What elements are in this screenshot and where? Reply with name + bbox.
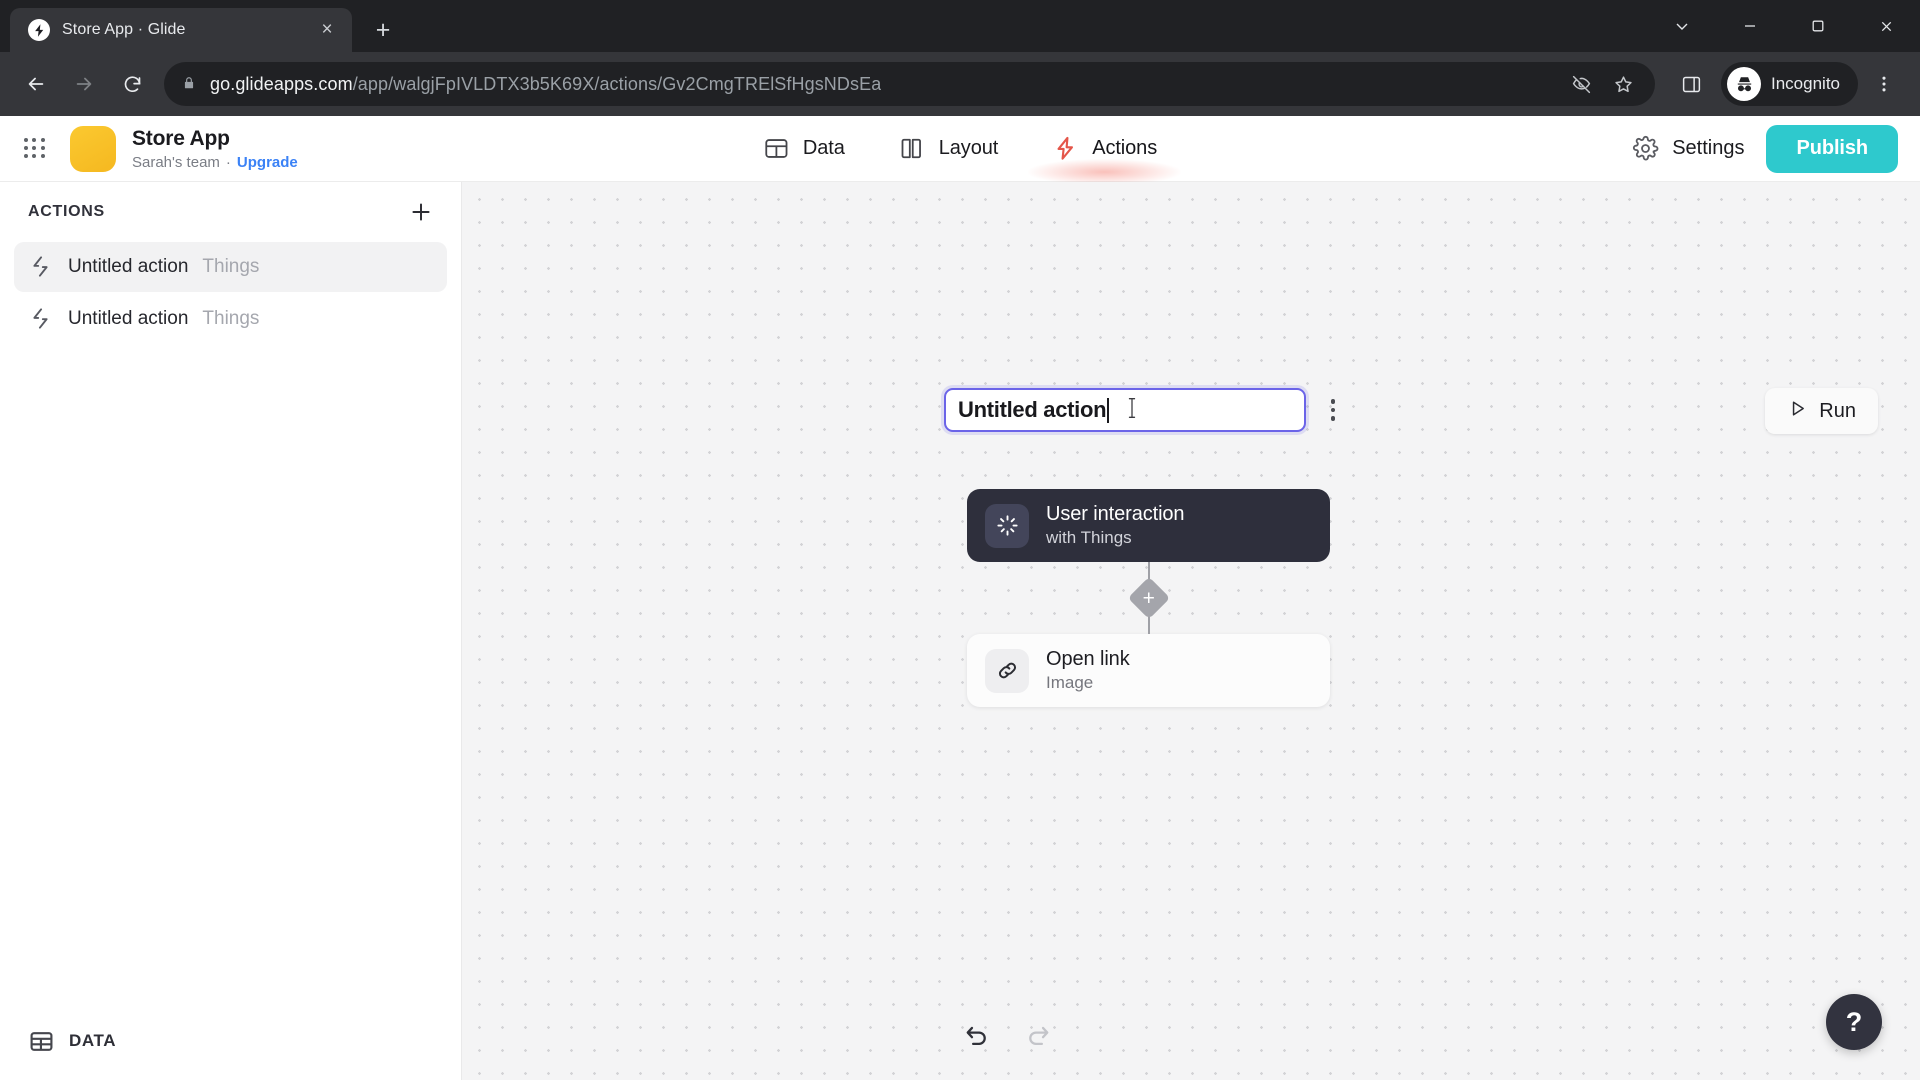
actions-bolt-icon [28,306,54,332]
sidebar-data-button[interactable]: DATA [0,1002,461,1080]
browser-tab-strip: Store App · Glide × + [0,0,1920,52]
browser-toolbar: go.glideapps.com/app/walgjFpIVLDTX3b5K69… [0,52,1920,116]
three-dot-menu-icon[interactable] [1862,62,1906,106]
add-action-button[interactable] [401,192,441,232]
page-title: Store App [132,126,230,150]
incognito-avatar-icon [1727,67,1761,101]
omnibox-actions [1563,66,1641,102]
address-bar[interactable]: go.glideapps.com/app/walgjFpIVLDTX3b5K69… [164,62,1655,106]
app-header: Store App Sarah's team · Upgrade Data La… [0,116,1920,185]
subtitle-separator: · [225,153,231,171]
sidebar-heading: ACTIONS [28,203,105,220]
data-table-icon [28,1028,55,1055]
action-flow: User interaction with Things + Open link… [967,489,1330,707]
run-button[interactable]: Run [1765,388,1878,434]
help-button[interactable]: ? [1826,994,1882,1050]
actions-sidebar: ACTIONS Untitled action Things Untitled … [0,182,462,1080]
tab-data[interactable]: Data [753,116,855,181]
side-panel-icon[interactable] [1669,62,1713,106]
window-minimize-button[interactable] [1716,0,1784,52]
action-table: Things [202,256,260,277]
lock-icon [182,76,198,92]
upgrade-link[interactable]: Upgrade [237,154,298,171]
sidebar-item-action-1[interactable]: Untitled action Things [14,242,447,292]
app-thumbnail-icon[interactable] [70,125,116,172]
browser-tab-title: Store App · Glide [62,21,186,38]
window-close-button[interactable] [1852,0,1920,52]
app-body: ACTIONS Untitled action Things Untitled … [0,182,1920,1080]
action-table: Things [202,308,260,329]
star-icon[interactable] [1605,66,1641,102]
flow-node-subtitle: with Things [1046,528,1132,547]
action-canvas: Untitled action Run User interaction wit… [462,182,1920,1080]
sidebar-data-label: DATA [69,1031,117,1050]
glide-app: Store App Sarah's team · Upgrade Data La… [0,116,1920,1080]
add-step-button[interactable]: + [1127,576,1170,620]
address-bar-url: go.glideapps.com/app/walgjFpIVLDTX3b5K69… [210,74,881,95]
sidebar-header: ACTIONS [0,182,461,242]
settings-label: Settings [1672,137,1745,159]
text-caret [1107,397,1110,423]
publish-button[interactable]: Publish [1766,124,1898,173]
tab-actions-label: Actions [1092,137,1158,159]
flow-node-text: User interaction with Things [1046,503,1185,548]
settings-button[interactable]: Settings [1632,135,1744,162]
gear-icon [1632,135,1659,162]
action-title-input[interactable]: Untitled action [944,388,1306,432]
run-label: Run [1819,399,1856,422]
apps-grid-icon[interactable] [22,136,48,162]
window-minimize-all-button[interactable] [1648,0,1716,52]
redo-icon[interactable] [1016,1014,1060,1058]
action-title-value: Untitled action [958,397,1107,422]
flow-node-trigger[interactable]: User interaction with Things [967,489,1330,562]
app-nav-tabs: Data Layout Actions [753,116,1181,185]
data-table-icon [763,135,790,162]
forward-icon[interactable] [62,62,106,106]
undo-icon[interactable] [954,1014,998,1058]
app-identity: Store App Sarah's team · Upgrade [132,127,298,171]
tab-layout-label: Layout [938,137,999,159]
reload-icon[interactable] [110,62,154,106]
new-tab-button[interactable]: + [364,11,402,49]
kebab-menu-icon[interactable] [1316,391,1350,429]
eye-off-icon[interactable] [1563,66,1599,102]
incognito-label: Incognito [1771,74,1840,93]
glide-bolt-icon [28,19,50,41]
action-name: Untitled action [68,308,189,329]
window-controls [1648,0,1920,52]
app-header-actions: Settings Publish [1632,124,1898,173]
tab-close-icon[interactable]: × [314,17,340,43]
flow-node-action[interactable]: Open link Image [967,634,1330,707]
flow-node-text: Open link Image [1046,648,1130,693]
history-controls [954,1014,1060,1058]
window-maximize-button[interactable] [1784,0,1852,52]
browser-tab[interactable]: Store App · Glide × [10,8,352,52]
flow-connector: + [967,562,1330,634]
flow-node-title: User interaction [1046,503,1185,525]
add-step-label: + [1142,586,1155,610]
sidebar-item-action-2[interactable]: Untitled action Things [14,294,447,344]
link-chain-icon [985,648,1029,693]
app-subtitle: Sarah's team · Upgrade [132,154,298,171]
incognito-profile-button[interactable]: Incognito [1721,62,1858,106]
actions-bolt-icon [28,254,54,280]
action-name: Untitled action [68,256,189,277]
action-title-row: Untitled action [944,388,1350,432]
layout-panels-icon [899,135,926,162]
url-host: go.glideapps.com [210,73,353,94]
url-path: /app/walgjFpIVLDTX3b5K69X/actions/Gv2Cmg… [352,73,882,94]
team-name: Sarah's team [132,153,220,171]
actions-bolt-icon [1052,135,1079,162]
tap-burst-icon [985,503,1029,548]
tab-layout[interactable]: Layout [889,116,1008,181]
text-cursor-icon [1125,397,1139,424]
browser-window: Store App · Glide × + go.glideapps.com/a… [0,0,1920,1080]
flow-node-subtitle: Image [1046,673,1094,692]
back-icon[interactable] [14,62,58,106]
play-icon [1787,398,1808,424]
tab-actions[interactable]: Actions [1028,116,1181,185]
flow-node-title: Open link [1046,648,1130,670]
tab-data-label: Data [802,137,845,159]
actions-list: Untitled action Things Untitled action T… [0,242,461,344]
